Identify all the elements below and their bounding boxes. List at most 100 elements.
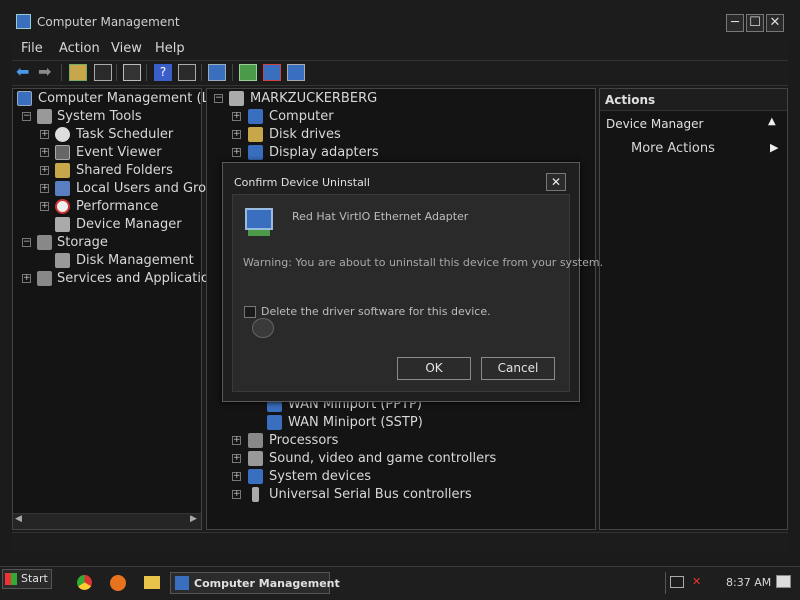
enable-device-icon[interactable]	[287, 64, 305, 81]
disk-drive-icon	[248, 127, 263, 142]
menu-help[interactable]: Help	[155, 41, 185, 56]
shared-folder-icon	[55, 163, 70, 178]
start-label[interactable]: Start	[21, 572, 48, 585]
display-adapter-icon	[248, 145, 263, 160]
expand-icon[interactable]: +	[232, 472, 241, 481]
expand-icon[interactable]: +	[232, 490, 241, 499]
tree-performance[interactable]: Performance	[76, 199, 158, 214]
menu-view[interactable]: View	[111, 41, 142, 56]
tree-local-users[interactable]: Local Users and Grou	[76, 181, 214, 196]
network-adapter-icon	[267, 415, 282, 430]
device-processors[interactable]: Processors	[269, 433, 338, 448]
processor-icon	[248, 433, 263, 448]
notification-icon[interactable]	[776, 575, 791, 588]
tree-shared-folders[interactable]: Shared Folders	[76, 163, 173, 178]
device-disk-drives[interactable]: Disk drives	[269, 127, 341, 142]
dialog-warning: Warning: You are about to uninstall this…	[243, 256, 604, 269]
tree-event-viewer[interactable]: Event Viewer	[76, 145, 162, 160]
dialog-close-button[interactable]: ✕	[546, 173, 566, 191]
update-driver-icon[interactable]	[239, 64, 257, 81]
dialog-device-name: Red Hat VirtIO Ethernet Adapter	[292, 210, 469, 223]
expand-icon[interactable]: +	[232, 148, 241, 157]
scan-hardware-icon[interactable]	[208, 64, 226, 81]
properties-icon[interactable]	[123, 64, 141, 81]
file-explorer-icon[interactable]	[144, 576, 160, 589]
scroll-left-icon[interactable]: ◀	[15, 514, 22, 524]
expand-icon[interactable]: +	[232, 436, 241, 445]
volume-muted-icon[interactable]: ✕	[692, 575, 701, 588]
horizontal-scrollbar[interactable]	[13, 513, 201, 529]
expand-icon[interactable]: +	[232, 454, 241, 463]
speaker-icon	[248, 451, 263, 466]
cancel-button[interactable]: Cancel	[481, 357, 555, 380]
computer-icon	[248, 109, 263, 124]
services-icon	[37, 271, 52, 286]
device-root[interactable]: MARKZUCKERBERG	[250, 91, 377, 106]
taskbar-clock[interactable]: 8:37 AM	[726, 576, 771, 589]
computer-management-icon	[17, 91, 32, 106]
window-title: Computer Management	[37, 15, 180, 29]
chrome-icon[interactable]	[77, 575, 92, 590]
device-system-devices[interactable]: System devices	[269, 469, 371, 484]
device-sound[interactable]: Sound, video and game controllers	[269, 451, 496, 466]
dialog-title: Confirm Device Uninstall	[234, 176, 370, 189]
computer-management-icon	[16, 14, 31, 29]
device-manager-icon	[55, 217, 70, 232]
arrow-right-icon[interactable]: ▶	[770, 141, 778, 154]
device-wan-sstp[interactable]: WAN Miniport (SSTP)	[288, 415, 423, 430]
usb-icon	[252, 487, 259, 502]
help-icon[interactable]: ?	[154, 64, 172, 81]
network-adapter-icon	[245, 208, 273, 230]
network-cable-icon	[248, 230, 270, 236]
delete-driver-label[interactable]: Delete the driver software for this devi…	[261, 305, 491, 318]
scroll-right-icon[interactable]: ▶	[190, 514, 197, 524]
toolbar-separator	[146, 64, 147, 81]
taskbar-task-label: Computer Management	[194, 577, 340, 590]
collapse-up-icon[interactable]: ▲	[768, 116, 776, 127]
system-device-icon	[248, 469, 263, 484]
back-icon[interactable]: ⬅	[16, 64, 34, 81]
show-hide-tree-icon[interactable]	[94, 64, 112, 81]
cursor-busy-icon	[252, 318, 274, 338]
tree-system-tools[interactable]: System Tools	[57, 109, 142, 124]
collapse-icon[interactable]: −	[22, 112, 31, 121]
ok-button[interactable]: OK	[397, 357, 471, 380]
expand-icon[interactable]: +	[232, 130, 241, 139]
tree-services[interactable]: Services and Application	[57, 271, 217, 286]
up-folder-icon[interactable]	[69, 64, 87, 81]
expand-icon[interactable]: +	[40, 184, 49, 193]
tree-root[interactable]: Computer Management (Loc	[38, 91, 224, 106]
tree-task-scheduler[interactable]: Task Scheduler	[76, 127, 173, 142]
tree-disk-management[interactable]: Disk Management	[76, 253, 194, 268]
network-tray-icon[interactable]	[670, 576, 684, 588]
action-pane-icon[interactable]	[178, 64, 196, 81]
toolbar-separator	[232, 64, 233, 81]
event-viewer-icon	[55, 145, 70, 160]
forward-icon[interactable]: ➡	[38, 64, 56, 81]
expand-icon[interactable]: +	[232, 112, 241, 121]
delete-driver-checkbox[interactable]	[244, 306, 256, 318]
tree-device-manager[interactable]: Device Manager	[76, 217, 182, 232]
collapse-icon[interactable]: −	[22, 238, 31, 247]
actions-section-device-manager[interactable]: Device Manager	[606, 117, 703, 131]
tree-storage[interactable]: Storage	[57, 235, 108, 250]
device-usb[interactable]: Universal Serial Bus controllers	[269, 487, 472, 502]
maximize-button[interactable]: ☐	[746, 14, 764, 32]
device-display-adapters[interactable]: Display adapters	[269, 145, 379, 160]
minimize-button[interactable]: ─	[726, 14, 744, 32]
expand-icon[interactable]: +	[22, 274, 31, 283]
device-computer[interactable]: Computer	[269, 109, 334, 124]
more-actions[interactable]: More Actions	[631, 141, 715, 156]
menu-file[interactable]: File	[21, 41, 43, 56]
tray-separator	[665, 572, 666, 594]
close-button[interactable]: ✕	[766, 14, 784, 32]
uninstall-device-icon[interactable]	[263, 64, 281, 81]
expand-icon[interactable]: +	[40, 166, 49, 175]
collapse-icon[interactable]: −	[214, 94, 223, 103]
toolbar-separator	[201, 64, 202, 81]
expand-icon[interactable]: +	[40, 202, 49, 211]
firefox-icon[interactable]	[110, 575, 126, 591]
expand-icon[interactable]: +	[40, 130, 49, 139]
menu-action[interactable]: Action	[59, 41, 100, 56]
expand-icon[interactable]: +	[40, 148, 49, 157]
